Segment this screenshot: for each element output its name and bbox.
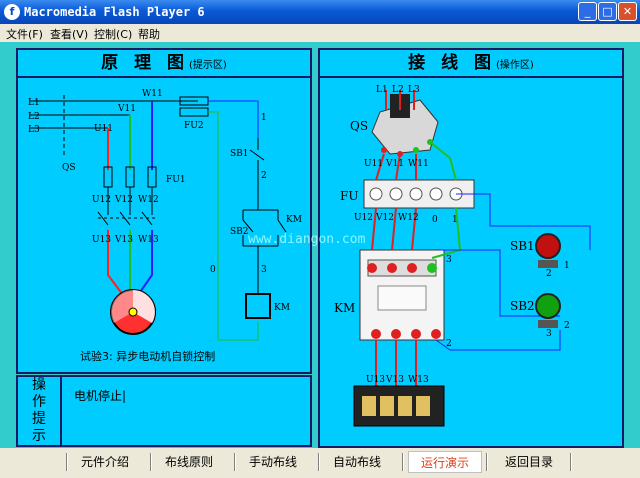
nav-component-intro-button[interactable]: 元件介绍 — [68, 451, 142, 473]
hint-heading-char-2: 作 — [32, 394, 46, 410]
wiring-label-l3: L3 — [408, 85, 420, 95]
wiring-label-v11: V11 — [385, 159, 404, 169]
wiring-label-sb1: SB1 — [510, 239, 535, 253]
wiring-label-sb1-1: 1 — [564, 261, 570, 271]
nav-run-demo-button[interactable]: 运行演示 — [408, 451, 482, 473]
nav-separator — [486, 453, 488, 471]
title-bar: f Macromedia Flash Player 6 _ □ ✕ — [0, 0, 640, 24]
wiring-label-3: 3 — [446, 255, 452, 265]
wiring-label-0: 0 — [432, 215, 438, 225]
wiring-label-l1: L1 — [376, 85, 388, 95]
wiring-label-u12: U12 — [354, 213, 373, 223]
menu-control[interactable]: 控制(C) — [94, 26, 132, 42]
wiring-label-sb2: SB2 — [510, 299, 535, 313]
wiring-label-v13: V13 — [385, 375, 404, 385]
wiring-label-w13: W13 — [408, 375, 429, 385]
wiring-label-sb2-3: 3 — [546, 329, 552, 339]
label-w11: W11 — [142, 89, 163, 99]
menu-help[interactable]: 帮助 — [138, 26, 160, 42]
label-node-0: 0 — [210, 265, 216, 275]
flash-player-icon: f — [4, 4, 20, 20]
wiring-label-u11: U11 — [364, 159, 383, 169]
hint-heading-char-4: 示 — [32, 428, 46, 444]
window-title: Macromedia Flash Player 6 — [24, 5, 205, 19]
label-u13: U13 — [92, 235, 111, 245]
watermark-text: www.diangon.com — [248, 232, 366, 247]
label-node-1: 1 — [261, 113, 267, 123]
label-qs: QS — [62, 163, 76, 173]
wiring-label-km: KM — [334, 301, 355, 315]
wiring-label-v12: V12 — [375, 213, 394, 223]
wiring-label-fu: FU — [340, 189, 358, 203]
hint-heading-char-1: 操 — [32, 377, 46, 393]
maximize-button[interactable]: □ — [598, 2, 617, 21]
hint-heading-char-3: 提 — [32, 411, 46, 427]
schematic-panel: 原 理 图(提示区) L1 L2 L3 W11 V11 U11 FU2 QS F… — [16, 48, 312, 374]
nav-separator — [570, 453, 572, 471]
nav-wiring-principles-button[interactable]: 布线原则 — [152, 451, 226, 473]
label-km-coil: KM — [274, 303, 290, 313]
label-sb1: SB1 — [230, 149, 249, 159]
wiring-label-w12: W12 — [398, 213, 419, 223]
wiring-label-sb1-2: 2 — [546, 269, 552, 279]
nav-separator — [402, 453, 404, 471]
close-button[interactable]: ✕ — [618, 2, 637, 21]
label-v13: V13 — [114, 235, 133, 245]
label-sb2: SB2 — [230, 227, 249, 237]
wiring-label-2: 2 — [446, 339, 452, 349]
label-v11: V11 — [117, 104, 136, 114]
hint-panel: 操 作 提 示 电机停止| — [16, 375, 312, 447]
label-l1: L1 — [28, 98, 40, 108]
nav-back-to-menu-button[interactable]: 返回目录 — [492, 451, 566, 473]
label-node-3: 3 — [261, 265, 267, 275]
wiring-label-l2: L2 — [392, 85, 404, 95]
nav-auto-wiring-button[interactable]: 自动布线 — [320, 451, 394, 473]
hint-message: 电机停止| — [74, 389, 127, 403]
wiring-panel: 接 线 图(操作区) L1 L2 L3 QS U11 V11 W11 FU U1… — [318, 48, 624, 448]
label-fu2: FU2 — [184, 121, 204, 131]
label-km-contact: KM — [286, 215, 302, 225]
wiring-label-w11: W11 — [408, 159, 429, 169]
hint-heading: 操 作 提 示 — [18, 377, 62, 445]
menu-view[interactable]: 查看(V) — [50, 26, 88, 42]
wiring-label-sb2-2: 2 — [564, 321, 570, 331]
minimize-button[interactable]: _ — [578, 2, 597, 21]
label-u11: U11 — [94, 124, 113, 134]
wiring-label-qs: QS — [350, 119, 368, 133]
label-v12: V12 — [114, 195, 133, 205]
wiring-diagram: L1 L2 L3 QS U11 V11 W11 FU U12 V12 W12 0… — [334, 85, 591, 427]
label-l3: L3 — [28, 125, 40, 135]
label-u12: U12 — [92, 195, 111, 205]
nav-manual-wiring-button[interactable]: 手动布线 — [236, 451, 310, 473]
wiring-label-u13: U13 — [366, 375, 385, 385]
label-fu1: FU1 — [166, 175, 186, 185]
label-w13: W13 — [138, 235, 159, 245]
schematic-diagram: L1 L2 L3 W11 V11 U11 FU2 QS FU1 U12 V12 … — [28, 89, 302, 363]
label-node-2: 2 — [261, 171, 267, 181]
label-l2: L2 — [28, 112, 40, 122]
nav-bar: 元件介绍 布线原则 手动布线 自动布线 运行演示 返回目录 — [0, 448, 640, 478]
menu-bar: 文件(F) 查看(V) 控制(C) 帮助 — [0, 24, 640, 42]
wiring-label-1: 1 — [452, 215, 458, 225]
schematic-caption: 试验3: 异步电动机自锁控制 — [80, 349, 215, 363]
label-w12: W12 — [138, 195, 159, 205]
menu-file[interactable]: 文件(F) — [6, 26, 43, 42]
